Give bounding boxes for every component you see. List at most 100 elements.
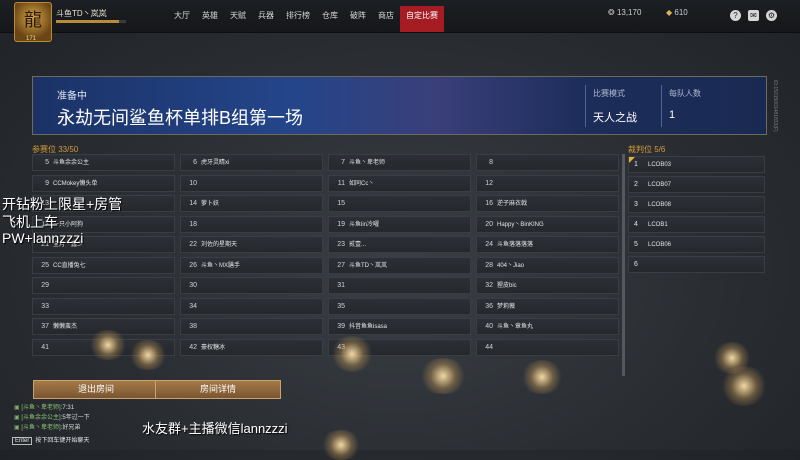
top-bar: 龍 171 斗鱼TD丶岚岚 大厅 英雄 天赋 兵器 排行榜 仓库 破阵 商店 自定比赛 ❂ 13… (0, 0, 800, 42)
participant-slot[interactable]: 30 (180, 277, 323, 294)
slot-number: 42 (189, 343, 197, 351)
slot-number: 4 (634, 221, 638, 228)
participant-slot[interactable]: 22 刘佐的星期天 (180, 236, 323, 253)
nav-item[interactable]: 英雄 (196, 6, 224, 32)
slot-referee-name: LCOB07 (648, 182, 672, 188)
participant-slot[interactable]: 20 Happy丶BinKING (476, 215, 619, 233)
participant-slot[interactable]: 8 (476, 154, 619, 171)
participant-slot[interactable]: 35 (328, 297, 471, 315)
participant-slot[interactable]: 16 逆子麻衣戟 (476, 195, 619, 212)
participant-slot[interactable]: 26 斗鱼丶MX膳手 (180, 256, 323, 274)
referee-slot[interactable]: 4 LCOB1 (628, 216, 765, 233)
participant-scrollbar[interactable] (622, 154, 625, 376)
participant-slot[interactable]: 6 虎牙灵睛xi (180, 154, 323, 171)
referee-slot[interactable]: 1 LCOB03 (628, 156, 765, 173)
currency1-value: 13,170 (616, 8, 642, 17)
participant-slot[interactable]: 10 (180, 174, 323, 192)
slot-number: 34 (189, 302, 197, 310)
participant-slot[interactable]: 39 抖音鱼鱼isasa (328, 318, 471, 335)
slot-player-name: 404丶Jiao (497, 262, 525, 269)
help-icon[interactable]: ? (730, 10, 741, 21)
participant-slot[interactable]: 32 猩皮bic (476, 277, 619, 294)
nav-item[interactable]: 仓库 (316, 6, 344, 32)
slot-player-name: 猩皮bic (497, 283, 517, 289)
participant-slot[interactable]: 28 404丶Jiao (476, 256, 619, 274)
participant-slot[interactable]: 36 梦莉薇 (476, 297, 619, 315)
slot-player-name: 萝卜妖 (201, 201, 220, 207)
participant-slot[interactable]: 9 CCMokey懒头单 (32, 174, 175, 192)
slot-player-name: 斗鱼丶章鱼丸 (497, 324, 534, 330)
participant-slot[interactable]: 11 如同Cc丶 (328, 174, 471, 192)
slot-player-name: 斗鱼丶卑老师 (349, 160, 386, 166)
chat-hint[interactable]: Enter 按下回车键开始聊天 (12, 435, 89, 445)
slot-player-name: 斗鱼落落落落 (497, 242, 534, 248)
participant-slot[interactable]: 25 CC直播兔七 (32, 256, 175, 274)
participant-slot[interactable]: 29 (32, 277, 175, 294)
stream-overlay-text: PW+lannzzzi (2, 230, 84, 246)
referee-slot[interactable]: 6 (628, 256, 765, 273)
participant-slot[interactable]: 18 (180, 215, 323, 233)
participant-slot[interactable]: 40 斗鱼丶章鱼丸 (476, 318, 619, 335)
chat-message: ▣ [斗鱼丶卑老师]:7:31 (14, 402, 74, 411)
slot-number: 32 (485, 282, 493, 289)
mode-value: 天人之战 (593, 112, 637, 124)
team-size-value: 1 (669, 109, 676, 121)
participant-slot[interactable]: 23 贰壹... (328, 236, 471, 253)
participant-slot[interactable]: 24 斗鱼落落落落 (476, 236, 619, 253)
participant-slot[interactable]: 19 斗鱼lin冷曜 (328, 215, 471, 233)
participant-slot[interactable]: 7 斗鱼丶卑老师 (328, 154, 471, 171)
slot-number: 30 (189, 282, 197, 289)
mail-icon[interactable]: ✉ (748, 10, 759, 21)
participant-slot[interactable]: 5 斗鱼余余公主 (32, 154, 175, 171)
lantern-glow (418, 358, 468, 394)
banner-divider (585, 85, 586, 127)
participant-slot[interactable]: 12 (476, 174, 619, 192)
slot-number: 38 (189, 323, 197, 330)
participant-slot[interactable]: 33 (32, 297, 175, 315)
slot-player-name: 贰壹... (349, 242, 367, 248)
participant-slot[interactable]: 31 (328, 277, 471, 294)
nav-item[interactable]: 兵器 (252, 6, 280, 32)
settings-icon[interactable]: ⚙ (766, 10, 777, 21)
participant-slot[interactable]: 38 (180, 318, 323, 335)
slot-number: 2 (634, 181, 638, 188)
player-name: 斗鱼TD丶岚岚 (56, 9, 107, 18)
participant-slot[interactable]: 44 (476, 338, 619, 356)
slot-number: 7 (341, 159, 345, 166)
nav-item[interactable]: 自定比赛 (400, 6, 444, 32)
coin-icon: ❂ (608, 8, 615, 17)
nav-item[interactable]: 天赋 (224, 6, 252, 32)
room-details-button[interactable]: 房间详情 (155, 380, 281, 399)
lantern-glow (88, 330, 128, 360)
participant-slot[interactable]: 27 斗鱼TD丶岚岚 (328, 256, 471, 274)
slot-number: 33 (41, 302, 49, 310)
referee-slot[interactable]: 3 LCOB08 (628, 196, 765, 213)
match-title: 永劫无间鲨鱼杯单排B组第一场 (57, 108, 304, 128)
nav-item[interactable]: 排行榜 (280, 6, 316, 32)
chat-sender: [斗鱼丶卑老师] (21, 405, 61, 411)
slot-number: 8 (489, 159, 493, 166)
slot-number: 26 (189, 261, 197, 269)
stream-overlay-text: 飞机上车 (2, 214, 58, 230)
team-size-label: 每队人数 (669, 89, 701, 98)
exit-room-button[interactable]: 退出房间 (33, 380, 159, 399)
nav-item[interactable]: 破阵 (344, 6, 372, 32)
stream-overlay-text: 开钻粉上限星+房管 (2, 196, 123, 212)
referee-slot[interactable]: 5 LCOB06 (628, 236, 765, 253)
referee-slot[interactable]: 2 LCOB07 (628, 176, 765, 193)
mode-label: 比赛模式 (593, 89, 625, 98)
nav-item[interactable]: 商店 (372, 6, 400, 32)
chat-message: ▣ [斗鱼余余公主]:5年过一下 (14, 412, 90, 421)
slot-number: 44 (485, 343, 493, 351)
nav-item[interactable]: 大厅 (168, 6, 196, 32)
slot-number: 16 (485, 200, 493, 207)
participant-slot[interactable]: 15 (328, 195, 471, 212)
participant-slot[interactable]: 34 (180, 297, 323, 315)
slot-number: 6 (634, 261, 638, 268)
participant-slot[interactable]: 14 萝卜妖 (180, 195, 323, 212)
slot-number: 22 (189, 241, 197, 248)
slot-player-name: CC直播兔七 (53, 262, 86, 269)
banner-divider (661, 85, 662, 127)
slot-number: 27 (337, 261, 345, 269)
participant-slot[interactable]: 42 豪权糖冰 (180, 338, 323, 356)
